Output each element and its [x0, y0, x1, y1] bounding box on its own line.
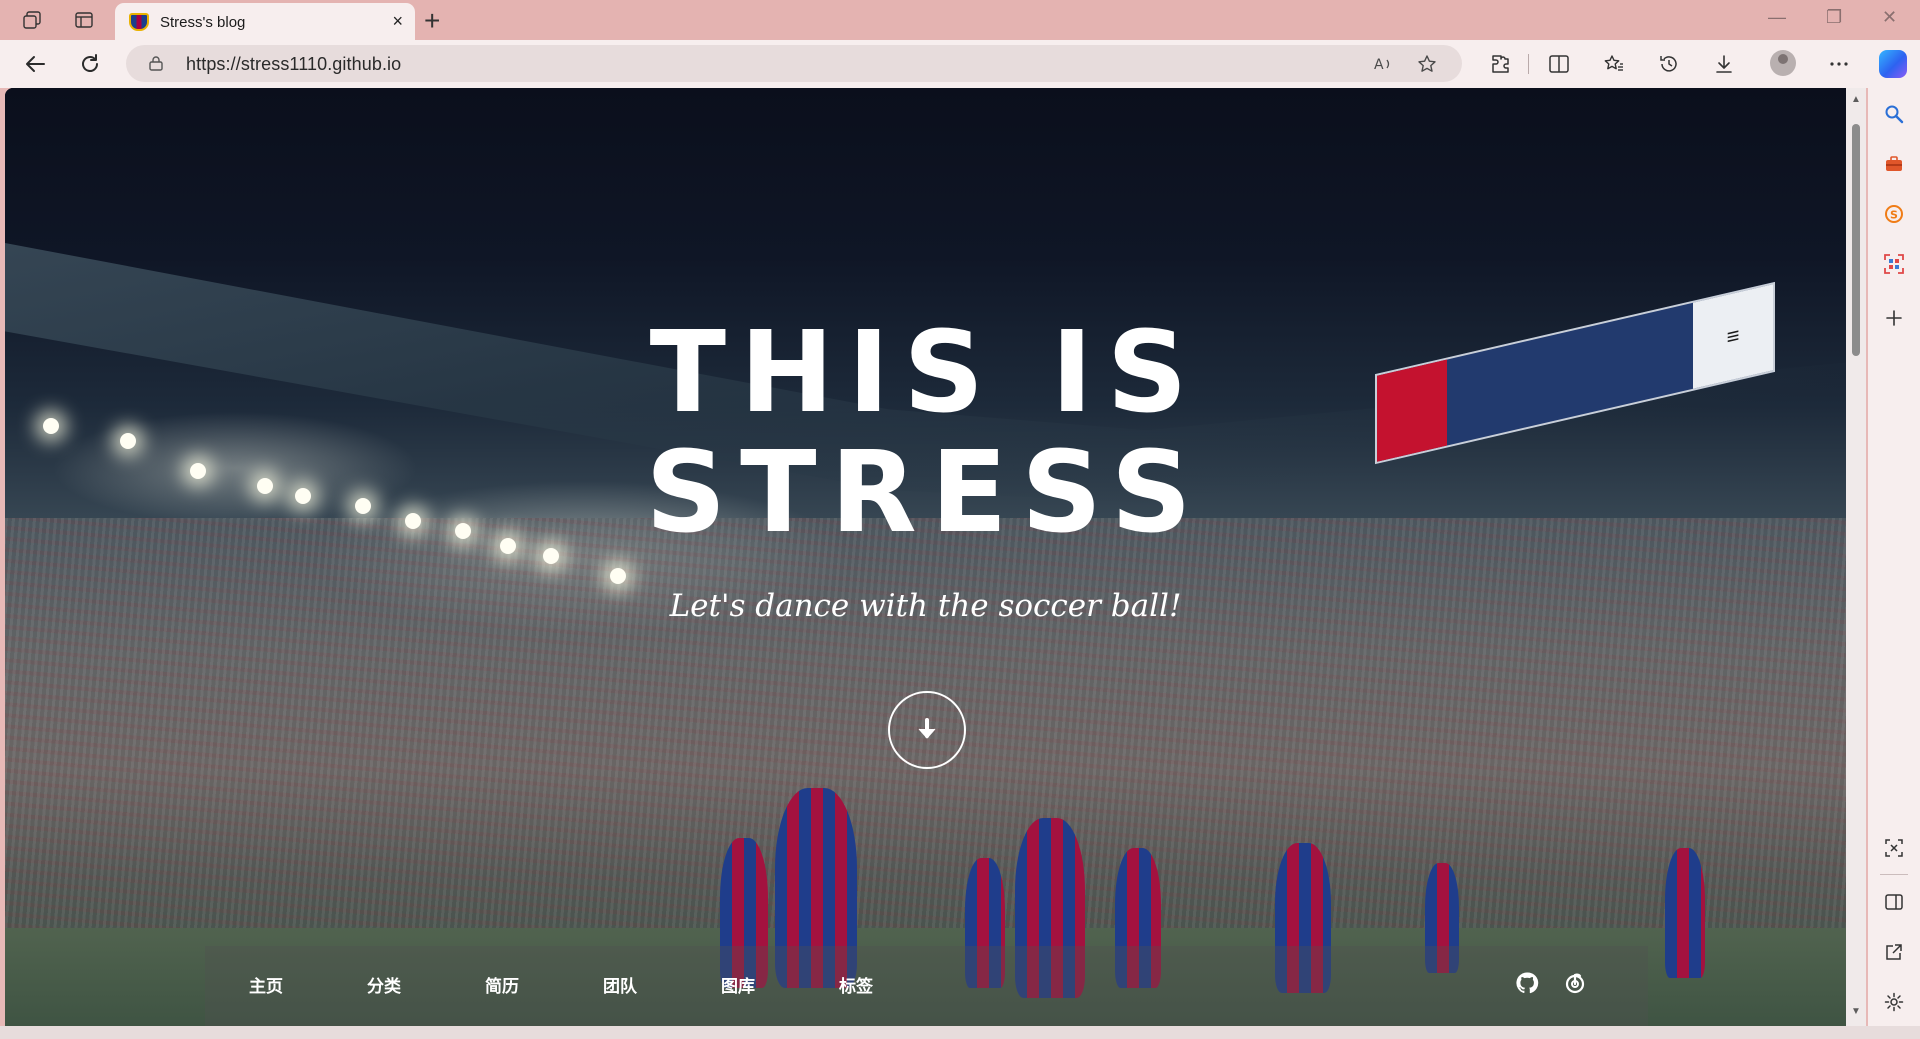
- nav-gallery[interactable]: 图库: [721, 972, 755, 997]
- qr-scan-icon[interactable]: [1882, 252, 1906, 276]
- new-tab-button[interactable]: +: [424, 5, 440, 37]
- site-navigation: 主页 分类 简历 团队 图库 标签: [205, 946, 1648, 1026]
- vertical-tabs-icon[interactable]: [72, 8, 96, 32]
- page-viewport: ≡ THIS IS STRESS Let's dance with the so…: [5, 88, 1846, 1026]
- floodlight: [610, 568, 626, 584]
- nav-categories[interactable]: 分类: [367, 972, 401, 997]
- open-external-icon[interactable]: [1882, 940, 1906, 964]
- barcelona-favicon-icon: [129, 13, 149, 31]
- sidebar-divider: [1880, 874, 1908, 875]
- back-button[interactable]: [21, 50, 49, 78]
- scroll-up-arrow-icon[interactable]: ▲: [1851, 94, 1861, 105]
- svg-text:A: A: [1374, 57, 1384, 73]
- toolbar-divider: [1528, 54, 1529, 74]
- favorites-icon[interactable]: [1600, 50, 1628, 78]
- page-scrollbar[interactable]: ▲ ▼: [1846, 88, 1866, 1026]
- hero-subtitle: Let's dance with the soccer ball!: [669, 588, 1182, 624]
- hide-sidebar-icon[interactable]: [1882, 890, 1906, 914]
- minimize-button[interactable]: —: [1768, 7, 1786, 28]
- title-bar: Stress's blog × + — ❐ ✕: [0, 0, 1920, 40]
- settings-gear-icon[interactable]: [1882, 990, 1906, 1014]
- close-window-button[interactable]: ✕: [1882, 7, 1897, 28]
- hero-title: THIS IS STRESS: [5, 313, 1846, 553]
- hero-title-line-1: THIS IS: [649, 308, 1202, 438]
- scroll-down-button[interactable]: [888, 691, 966, 769]
- extensions-icon[interactable]: [1486, 50, 1514, 78]
- active-tab[interactable]: Stress's blog ×: [115, 3, 415, 40]
- favorite-star-icon[interactable]: [1416, 53, 1438, 75]
- tab-actions-icon[interactable]: [20, 8, 44, 32]
- nav-tags[interactable]: 标签: [839, 972, 873, 997]
- downloads-icon[interactable]: [1710, 50, 1738, 78]
- github-icon[interactable]: [1514, 970, 1540, 996]
- search-icon[interactable]: [1882, 102, 1906, 126]
- sogou-icon[interactable]: S: [1882, 202, 1906, 226]
- hero-title-line-2: STRESS: [645, 428, 1206, 558]
- profile-avatar[interactable]: [1770, 50, 1796, 76]
- restore-button[interactable]: ❐: [1826, 7, 1842, 28]
- screenshot-icon[interactable]: [1882, 836, 1906, 860]
- scrollbar-thumb[interactable]: [1852, 124, 1860, 356]
- split-screen-icon[interactable]: [1545, 50, 1573, 78]
- close-tab-button[interactable]: ×: [392, 12, 403, 30]
- nav-home[interactable]: 主页: [249, 972, 283, 997]
- url-text[interactable]: https://stress1110.github.io: [186, 54, 401, 75]
- more-options-icon[interactable]: [1825, 50, 1853, 78]
- taskbar-edge: [0, 1026, 1920, 1039]
- scroll-down-arrow-icon[interactable]: ▼: [1851, 1006, 1861, 1017]
- netease-music-icon[interactable]: [1562, 970, 1588, 996]
- tab-title: Stress's blog: [160, 14, 246, 31]
- read-aloud-icon[interactable]: A: [1372, 53, 1394, 75]
- toolbox-icon[interactable]: [1882, 152, 1906, 176]
- edge-sidebar: S: [1868, 88, 1920, 1039]
- history-icon[interactable]: [1655, 50, 1683, 78]
- nav-resume[interactable]: 简历: [485, 972, 519, 997]
- add-sidebar-app-icon[interactable]: [1882, 306, 1906, 330]
- nav-team[interactable]: 团队: [603, 972, 637, 997]
- player-figure: [1665, 848, 1705, 978]
- refresh-button[interactable]: [76, 50, 104, 78]
- copilot-icon[interactable]: [1879, 50, 1907, 78]
- browser-toolbar: https://stress1110.github.io A: [0, 40, 1920, 88]
- arrow-down-icon: [918, 718, 936, 739]
- lock-icon[interactable]: [148, 55, 164, 71]
- svg-text:S: S: [1890, 209, 1898, 222]
- address-bar[interactable]: https://stress1110.github.io A: [126, 45, 1462, 82]
